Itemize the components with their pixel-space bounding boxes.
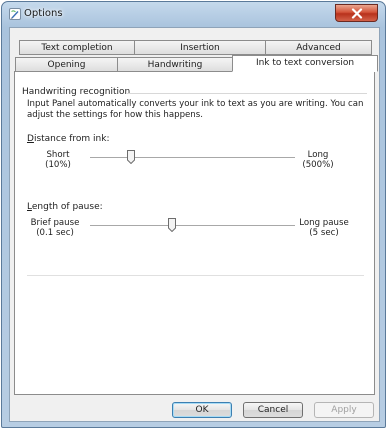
window-title: Options xyxy=(24,8,63,19)
panel-separator xyxy=(27,275,364,276)
dialog-content: Text completion Insertion Advanced Openi… xyxy=(9,27,380,422)
pause-label-rest: ength of pause: xyxy=(31,202,103,212)
pause-slider-thumb[interactable] xyxy=(168,218,176,232)
title-bar[interactable]: Options xyxy=(2,2,385,26)
tab-opening[interactable]: Opening xyxy=(15,57,118,72)
distance-label-mnemonic: D xyxy=(27,134,34,144)
pen-icon xyxy=(9,8,21,20)
pause-min-value: (0.1 sec) xyxy=(36,228,74,238)
pause-max-value: (5 sec) xyxy=(309,228,339,238)
distance-slider-track[interactable] xyxy=(90,157,295,158)
apply-button[interactable]: Apply xyxy=(314,402,374,418)
group-title: Handwriting recognition xyxy=(22,87,131,97)
ok-button[interactable]: OK xyxy=(172,402,232,418)
distance-label-rest: istance from ink: xyxy=(33,134,110,144)
group-divider xyxy=(127,93,367,94)
distance-min-value: (10%) xyxy=(45,160,71,170)
close-icon xyxy=(351,8,363,19)
tab-text-completion[interactable]: Text completion xyxy=(19,40,135,55)
pause-min: Brief pause (0.1 sec) xyxy=(27,218,83,238)
pause-max: Long pause (5 sec) xyxy=(295,218,353,238)
tab-advanced[interactable]: Advanced xyxy=(265,40,372,55)
close-button[interactable] xyxy=(335,4,378,22)
pause-slider-track[interactable] xyxy=(90,225,295,226)
options-window: Options Text completion Insertion Advanc… xyxy=(1,1,386,428)
cancel-button[interactable]: Cancel xyxy=(243,402,303,418)
distance-max: Long (500%) xyxy=(293,150,343,170)
tab-ink-to-text-conversion[interactable]: Ink to text conversion xyxy=(232,55,378,72)
distance-min-label: Short xyxy=(46,150,70,160)
distance-min: Short (10%) xyxy=(35,150,81,170)
distance-slider-thumb[interactable] xyxy=(127,150,135,164)
tab-handwriting[interactable]: Handwriting xyxy=(117,57,233,72)
pause-min-label: Brief pause xyxy=(30,218,80,228)
pause-label: Length of pause: xyxy=(27,202,103,212)
ink-to-text-panel: Handwriting recognition Input Panel auto… xyxy=(14,71,375,395)
distance-label: Distance from ink: xyxy=(27,134,109,144)
tab-insertion[interactable]: Insertion xyxy=(134,40,266,55)
distance-max-value: (500%) xyxy=(302,160,334,170)
distance-max-label: Long xyxy=(307,150,329,160)
group-description: Input Panel automatically converts your … xyxy=(27,99,364,120)
pause-max-label: Long pause xyxy=(299,218,349,228)
